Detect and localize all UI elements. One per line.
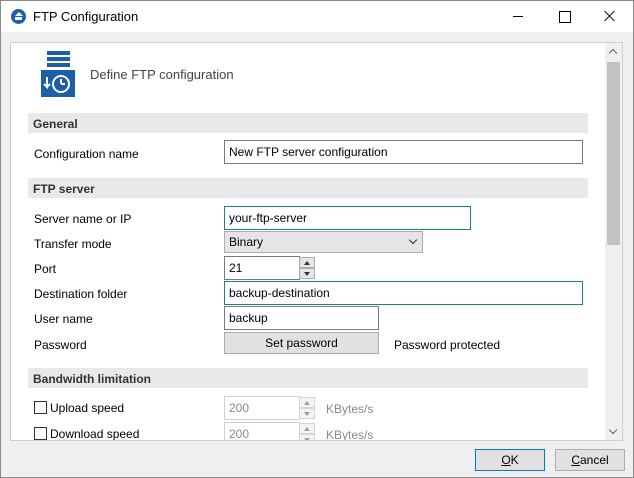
transfer-mode-select[interactable]: Binary: [224, 231, 423, 253]
section-ftp-server: FTP server: [28, 178, 588, 198]
download-speed-stepper: [299, 422, 315, 440]
destination-folder-label: Destination folder: [34, 287, 128, 301]
transfer-mode-label: Transfer mode: [34, 237, 112, 251]
upload-speed-input[interactable]: 200: [224, 396, 300, 420]
cancel-button[interactable]: Cancel: [555, 449, 625, 471]
config-name-label: Configuration name: [34, 147, 139, 161]
app-icon: [11, 9, 26, 24]
port-input[interactable]: 21: [224, 256, 300, 280]
chevron-down-icon: [408, 235, 418, 245]
download-speed-checkbox[interactable]: [34, 427, 47, 440]
config-name-input[interactable]: New FTP server configuration: [224, 140, 583, 164]
ok-button[interactable]: OK: [475, 449, 545, 471]
section-general: General: [28, 113, 588, 133]
port-stepper: [299, 256, 315, 280]
user-name-label: User name: [34, 312, 93, 326]
scroll-down-button[interactable]: [605, 423, 622, 440]
ftp-backup-icon: [41, 51, 75, 97]
vertical-scrollbar[interactable]: [605, 43, 622, 440]
port-label: Port: [34, 262, 57, 276]
destination-folder-input[interactable]: backup-destination: [224, 281, 583, 305]
download-speed-input[interactable]: 200: [224, 422, 300, 440]
content-panel: Define FTP configuration General Configu…: [10, 42, 623, 441]
header-title: Define FTP configuration: [90, 67, 234, 82]
download-speed-label[interactable]: Download speed: [50, 427, 139, 440]
maximize-button[interactable]: [541, 1, 587, 32]
section-bandwidth: Bandwidth limitation: [28, 368, 588, 388]
user-name-input[interactable]: backup: [224, 306, 379, 330]
server-name-label: Server name or IP: [34, 212, 132, 226]
download-decrement-button[interactable]: [299, 434, 315, 440]
close-button[interactable]: [587, 1, 633, 32]
port-decrement-button[interactable]: [299, 268, 315, 279]
upload-speed-stepper: [299, 396, 315, 420]
set-password-button[interactable]: Set password: [224, 332, 379, 354]
scroll-up-button[interactable]: [605, 43, 622, 60]
password-status: Password protected: [394, 338, 501, 352]
ftp-configuration-dialog: FTP Configuration Define FTP configurati…: [0, 0, 634, 478]
minimize-button[interactable]: [495, 1, 541, 32]
window-title: FTP Configuration: [33, 9, 139, 24]
download-speed-unit: KBytes/s: [326, 428, 374, 441]
title-bar: FTP Configuration: [1, 1, 633, 32]
transfer-mode-value: Binary: [229, 235, 264, 249]
download-increment-button[interactable]: [299, 423, 315, 434]
upload-speed-unit: KBytes/s: [326, 402, 374, 416]
upload-decrement-button[interactable]: [299, 408, 315, 419]
upload-speed-checkbox[interactable]: [34, 401, 47, 414]
server-name-input[interactable]: your-ftp-server: [224, 206, 471, 230]
upload-speed-label[interactable]: Upload speed: [50, 401, 124, 415]
upload-increment-button[interactable]: [299, 397, 315, 408]
scroll-thumb[interactable]: [607, 62, 620, 245]
port-increment-button[interactable]: [299, 257, 315, 268]
password-label: Password: [34, 338, 87, 352]
